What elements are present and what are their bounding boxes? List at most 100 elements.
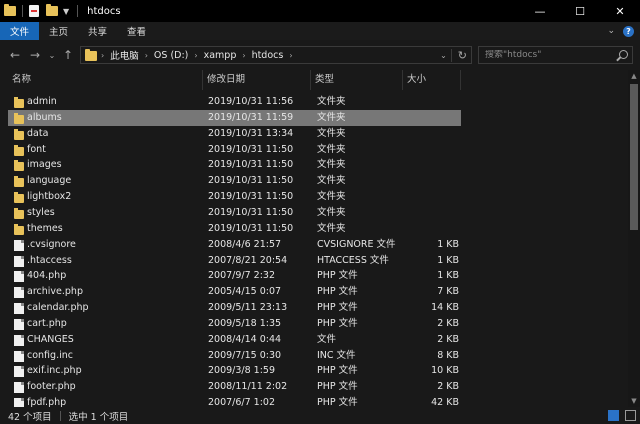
file-size: 2 KB — [437, 333, 459, 345]
chevron-right-icon[interactable]: › — [145, 51, 148, 60]
status-bar: 42 个项目 选中 1 个项目 — [0, 407, 640, 424]
folder-row[interactable]: lightbox2 2019/10/31 11:50 文件夹 — [8, 189, 461, 205]
minimize-button[interactable]: — — [520, 0, 560, 22]
file-row[interactable]: 404.php 2007/9/7 2:32 PHP 文件 1 KB — [8, 268, 461, 284]
file-row[interactable]: fpdf.php 2007/6/7 1:02 PHP 文件 42 KB — [8, 395, 461, 407]
file-name: font — [27, 143, 46, 155]
breadcrumb-this-pc[interactable]: 此电脑 — [110, 48, 139, 62]
vertical-scrollbar[interactable]: ▲ ▼ — [628, 70, 640, 407]
details-view-icon[interactable] — [608, 410, 619, 421]
file-type: 文件夹 — [317, 127, 346, 139]
column-header-date[interactable]: 修改日期 — [203, 70, 311, 90]
column-header-name[interactable]: 名称 — [8, 70, 203, 90]
row-icon — [14, 176, 24, 188]
selection-count: 选中 1 个项目 — [68, 411, 129, 423]
file-list: admin 2019/10/31 11:56 文件夹 albums 2019/10/31… — [0, 94, 628, 407]
properties-icon[interactable] — [29, 5, 39, 17]
help-icon[interactable]: ? — [623, 25, 634, 37]
row-icon — [14, 207, 24, 219]
file-row[interactable]: .cvsignore 2008/4/6 21:57 CVSIGNORE 文件 1 KB — [8, 237, 461, 253]
modified-date: 2019/10/31 13:34 — [208, 127, 294, 139]
breadcrumb-xampp[interactable]: xampp — [204, 50, 237, 61]
chevron-right-icon[interactable]: › — [194, 51, 197, 60]
new-folder-icon[interactable] — [46, 4, 58, 16]
scrollbar-thumb[interactable] — [630, 84, 638, 230]
large-icons-view-icon[interactable] — [625, 410, 636, 421]
chevron-right-icon[interactable]: › — [242, 51, 245, 60]
column-header-size[interactable]: 大小 — [403, 70, 461, 90]
row-icon — [14, 303, 24, 315]
search-box[interactable] — [478, 46, 633, 64]
tab-share[interactable]: 共享 — [78, 22, 117, 40]
file-size: 2 KB — [437, 381, 459, 393]
row-icon — [14, 287, 24, 299]
tab-home[interactable]: 主页 — [39, 22, 78, 40]
forward-arrow-icon[interactable]: → — [28, 47, 42, 63]
file-size — [403, 221, 459, 237]
scroll-up-icon[interactable]: ▲ — [628, 70, 640, 82]
row-icon — [14, 144, 24, 156]
chevron-right-icon[interactable]: › — [101, 51, 104, 60]
folder-row[interactable]: themes 2019/10/31 11:50 文件夹 — [8, 221, 461, 237]
row-icon — [14, 97, 24, 108]
window-title: htdocs — [87, 5, 121, 17]
modified-date: 2009/5/18 1:35 — [208, 317, 282, 329]
row-icon — [14, 398, 24, 407]
divider — [22, 5, 23, 17]
breadcrumb-drive[interactable]: OS (D:) — [154, 50, 188, 61]
folder-row[interactable]: images 2019/10/31 11:50 文件夹 — [8, 157, 461, 173]
chevron-down-icon[interactable]: ⌄ — [436, 51, 451, 60]
folder-icon[interactable] — [4, 4, 16, 16]
file-size — [403, 94, 459, 110]
file-name: themes — [27, 222, 63, 234]
file-row[interactable]: CHANGES 2008/4/14 0:44 文件 2 KB — [8, 332, 461, 348]
modified-date: 2007/8/21 20:54 — [208, 254, 288, 266]
title-bar: ▼ htdocs — ☐ ✕ — [0, 0, 640, 22]
back-arrow-icon[interactable]: ← — [8, 47, 22, 63]
folder-row[interactable]: font 2019/10/31 11:50 文件夹 — [8, 142, 461, 158]
row-icon — [14, 239, 24, 251]
file-size: 1 KB — [437, 270, 459, 282]
file-row[interactable]: cart.php 2009/5/18 1:35 PHP 文件 2 KB — [8, 316, 461, 332]
recent-locations-icon[interactable]: ⌄ — [46, 47, 58, 63]
file-row[interactable]: exif.inc.php 2009/3/8 1:59 PHP 文件 10 KB — [8, 363, 461, 379]
file-row[interactable]: .htaccess 2007/8/21 20:54 HTACCESS 文件 1 KB — [8, 253, 461, 269]
file-name: fpdf.php — [27, 397, 67, 407]
expand-ribbon-icon[interactable]: ⌄ — [607, 26, 615, 36]
scroll-down-icon[interactable]: ▼ — [628, 395, 640, 407]
modified-date: 2019/10/31 11:50 — [208, 143, 294, 155]
folder-row[interactable]: language 2019/10/31 11:50 文件夹 — [8, 173, 461, 189]
file-name: albums — [27, 111, 62, 123]
chevron-right-icon[interactable]: › — [289, 51, 292, 60]
up-arrow-icon[interactable]: ↑ — [62, 47, 74, 63]
file-size — [403, 173, 459, 189]
row-icon — [14, 128, 24, 140]
file-type: PHP 文件 — [317, 381, 358, 393]
folder-row[interactable]: albums 2019/10/31 11:59 文件夹 — [8, 109, 461, 126]
column-header-type[interactable]: 类型 — [311, 70, 403, 90]
file-row[interactable]: config.inc 2009/7/15 0:30 INC 文件 8 KB — [8, 348, 461, 364]
row-icon — [14, 382, 24, 394]
file-row[interactable]: footer.php 2008/11/11 2:02 PHP 文件 2 KB — [8, 379, 461, 395]
file-type: PHP 文件 — [317, 270, 358, 282]
close-button[interactable]: ✕ — [600, 0, 640, 22]
tab-view[interactable]: 查看 — [117, 22, 156, 40]
file-name: admin — [27, 96, 57, 107]
file-size: 1 KB — [437, 254, 459, 266]
tab-file[interactable]: 文件 — [0, 22, 40, 40]
file-type: PHP 文件 — [317, 302, 358, 314]
customize-quick-access-icon[interactable]: ▼ — [63, 7, 69, 16]
modified-date: 2019/10/31 11:50 — [208, 191, 294, 203]
file-row[interactable]: calendar.php 2009/5/11 23:13 PHP 文件 14 KB — [8, 300, 461, 316]
file-row[interactable]: archive.php 2005/4/15 0:07 PHP 文件 7 KB — [8, 284, 461, 300]
folder-row[interactable]: admin 2019/10/31 11:56 文件夹 — [8, 94, 461, 110]
folder-row[interactable]: styles 2019/10/31 11:50 文件夹 — [8, 205, 461, 221]
refresh-icon[interactable]: ↻ — [450, 48, 471, 62]
address-bar[interactable]: › 此电脑 › OS (D:) › xampp › htdocs › ⌄ ↻ — [80, 46, 472, 64]
search-input[interactable] — [485, 50, 615, 60]
folder-row[interactable]: data 2019/10/31 13:34 文件夹 — [8, 126, 461, 142]
maximize-button[interactable]: ☐ — [560, 0, 600, 22]
file-type: 文件夹 — [317, 191, 346, 203]
navigation-bar: ← → ⌄ ↑ › 此电脑 › OS (D:) › xampp › htdocs… — [0, 40, 640, 70]
breadcrumb-htdocs[interactable]: htdocs — [252, 50, 284, 61]
